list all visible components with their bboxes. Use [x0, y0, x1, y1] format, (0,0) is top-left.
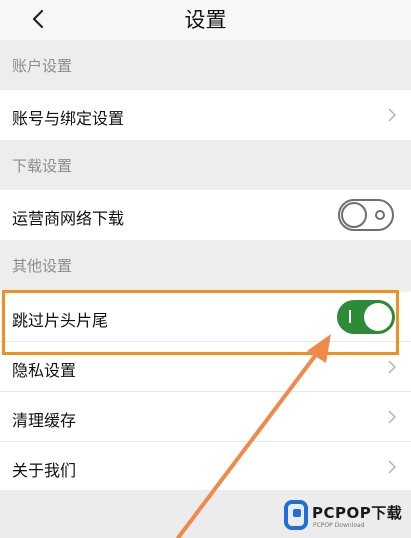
row-account-binding[interactable]: 账号与绑定设置: [0, 90, 411, 140]
row-about[interactable]: 关于我们: [0, 442, 411, 492]
row-label: 运营商网络下载: [12, 209, 125, 228]
row-label: 隐私设置: [12, 361, 77, 380]
chevron-right-icon: [388, 460, 397, 474]
carrier-download-toggle[interactable]: [338, 199, 394, 231]
chevron-right-icon: [388, 410, 397, 424]
row-label: 清理缓存: [12, 411, 77, 430]
watermark-brand: PCPOP下载: [312, 504, 403, 522]
page-title: 设置: [184, 8, 227, 32]
row-clear-cache[interactable]: 清理缓存: [0, 392, 411, 442]
row-carrier-download[interactable]: 运营商网络下载: [0, 190, 411, 240]
section-header-account: 账户设置: [0, 40, 411, 90]
toggle-knob: [341, 202, 367, 228]
highlight-box: [2, 290, 399, 355]
row-label: 关于我们: [12, 461, 77, 480]
row-label: 账号与绑定设置: [12, 109, 125, 128]
chevron-right-icon: [388, 108, 397, 122]
section-label: 其他设置: [12, 257, 73, 275]
watermark: PCPOP下载 PCPOP Download: [282, 497, 410, 537]
section-label: 下载设置: [12, 157, 73, 175]
section-label: 账户设置: [12, 57, 73, 75]
toggle-off-mark: [375, 210, 385, 220]
section-header-other: 其他设置: [0, 240, 411, 290]
section-header-download: 下载设置: [0, 140, 411, 190]
nav-bar: 设置: [0, 0, 411, 40]
watermark-sub: PCPOP Download: [313, 522, 365, 529]
pcpop-logo-icon: [284, 500, 308, 530]
chevron-right-icon: [388, 360, 397, 374]
